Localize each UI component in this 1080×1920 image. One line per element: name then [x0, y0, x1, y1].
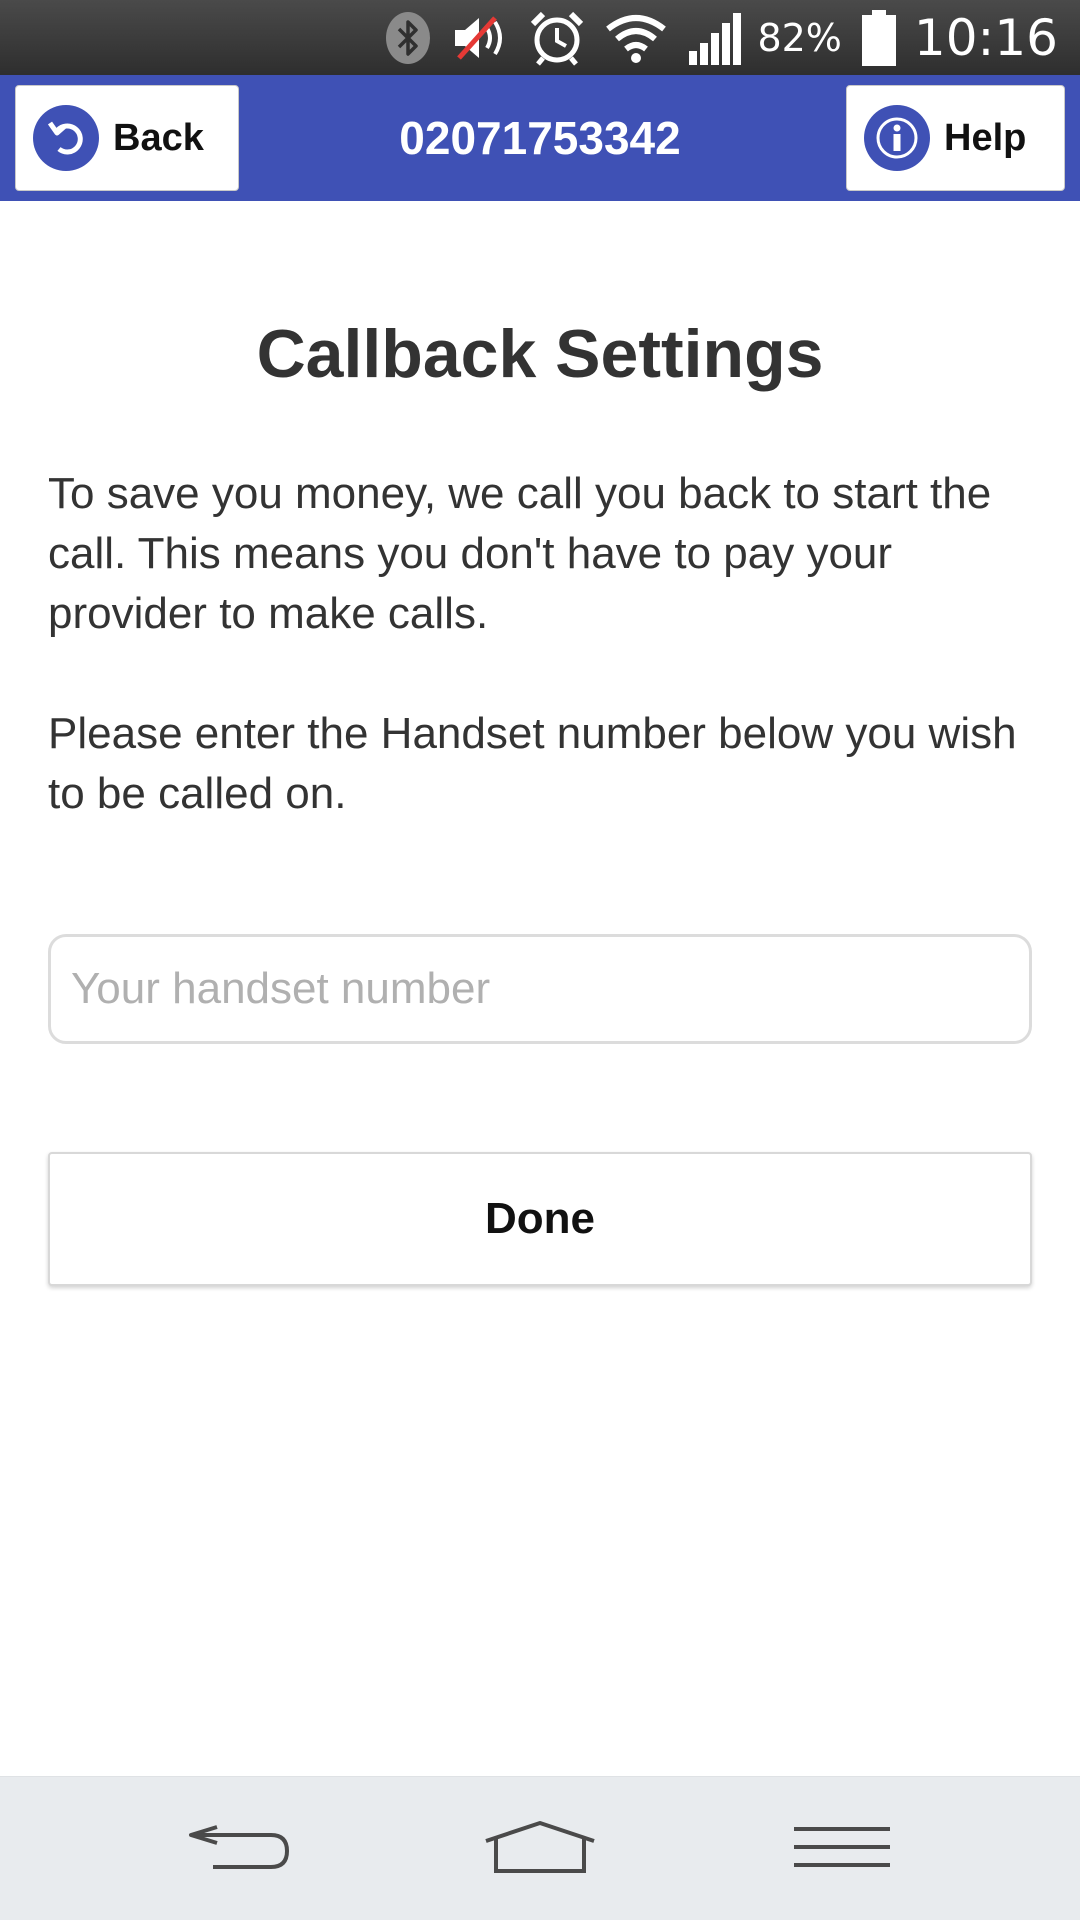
nav-menu-icon [794, 1823, 890, 1876]
handset-number-input[interactable] [48, 934, 1032, 1044]
bluetooth-icon [385, 0, 431, 75]
back-button[interactable]: Back [15, 85, 239, 191]
status-bar: 82% 10:16 [0, 0, 1080, 75]
signal-icon [687, 0, 745, 75]
nav-home-button[interactable] [440, 1777, 640, 1920]
battery-percent: 82% [757, 15, 842, 60]
nav-back-icon [183, 1817, 293, 1882]
back-button-label: Back [113, 116, 204, 159]
alarm-icon [529, 0, 585, 75]
intro-paragraph: To save you money, we call you back to s… [48, 469, 992, 638]
help-button[interactable]: Help [846, 85, 1065, 191]
help-button-label: Help [944, 116, 1027, 159]
battery-icon [861, 0, 896, 75]
nav-home-icon [482, 1819, 598, 1880]
app-header: Back 02071753342 Help [0, 75, 1080, 201]
instruction-paragraph: Please enter the Handset number below yo… [48, 709, 1017, 818]
page-title: Callback Settings [256, 316, 824, 392]
nav-menu-button[interactable] [742, 1777, 942, 1920]
navigation-bar [0, 1776, 1080, 1920]
info-icon [864, 105, 930, 171]
back-arrow-icon [33, 105, 99, 171]
volume-muted-icon [451, 0, 509, 75]
wifi-icon [605, 0, 667, 75]
phone-number-title: 02071753342 [399, 112, 681, 164]
clock: 10:16 [913, 8, 1058, 67]
nav-back-button[interactable] [138, 1777, 338, 1920]
done-button[interactable]: Done [48, 1152, 1032, 1286]
